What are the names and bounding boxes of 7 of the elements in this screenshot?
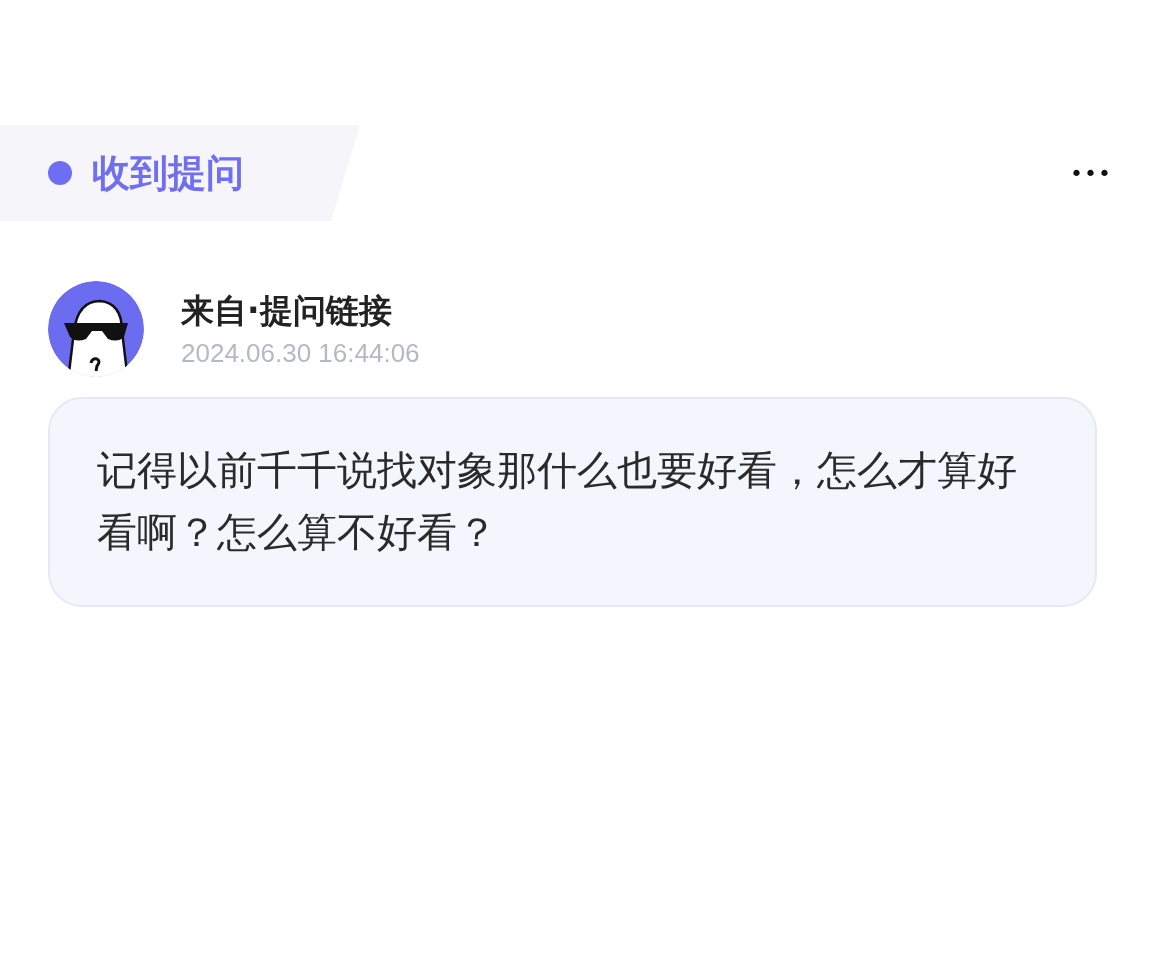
avatar-icon (48, 281, 144, 377)
section-title: 收到提问 (92, 149, 244, 197)
dot-icon (48, 161, 72, 185)
timestamp: 2024.06.30 16:44:06 (181, 338, 420, 369)
question-text: 记得以前千千说找对象那什么也要好看，怎么才算好看啊？怎么算不好看？ (97, 446, 1018, 557)
more-button[interactable]: ••• (1062, 160, 1120, 186)
sender-label: 来自·提问链接 (181, 290, 393, 332)
